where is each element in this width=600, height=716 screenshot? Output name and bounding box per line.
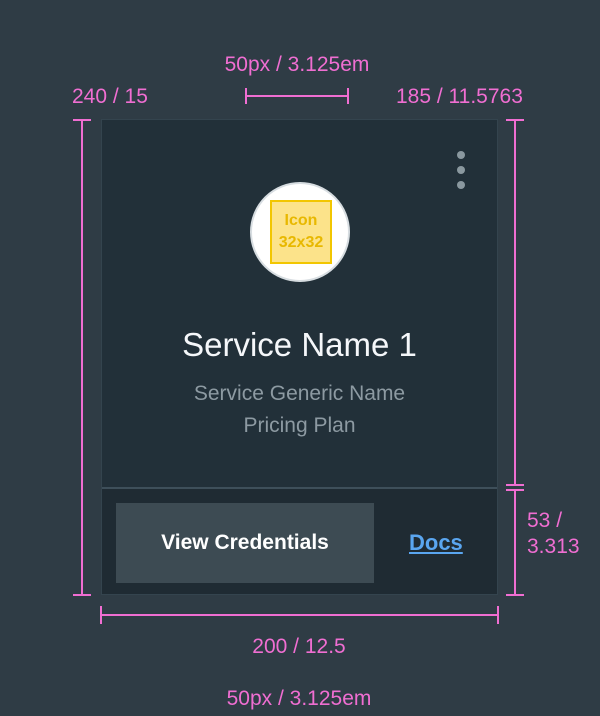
service-name: Service Name 1 (182, 326, 417, 363)
docs-link[interactable]: Docs (409, 503, 463, 583)
bottom-padding-annotation: 50px / 3.125em (226, 687, 372, 710)
icon-label-line1: Icon (284, 212, 318, 229)
body-height-annotation: 185 / 11.5763 (396, 85, 523, 108)
footer-height-annotation: 53 / 3.313 (527, 508, 580, 560)
tile-height-annotation: 240 / 15 (72, 85, 148, 108)
tile-footer: View Credentials Docs (102, 489, 497, 594)
footer-height-annotation-line1: 53 / (527, 509, 563, 532)
service-icon-container: Icon 32x32 (250, 182, 350, 282)
top-padding-annotation: 50px / 3.125em (224, 53, 370, 76)
service-description: Service Generic Name Pricing Plan (102, 378, 497, 442)
placeholder-icon: Icon 32x32 (270, 200, 332, 264)
footer-height-annotation-line2: 3.313 (527, 535, 580, 558)
icon-label-line2: 32x32 (278, 234, 324, 251)
service-tile[interactable]: Icon 32x32 Service Name 1 Service Generi… (101, 119, 498, 595)
view-credentials-button[interactable]: View Credentials (116, 503, 374, 583)
tile-width-annotation: 200 / 12.5 (252, 635, 346, 658)
vertical-ellipsis-icon[interactable] (449, 148, 473, 192)
service-generic-name: Service Generic Name (193, 382, 406, 405)
pricing-plan: Pricing Plan (243, 414, 356, 437)
